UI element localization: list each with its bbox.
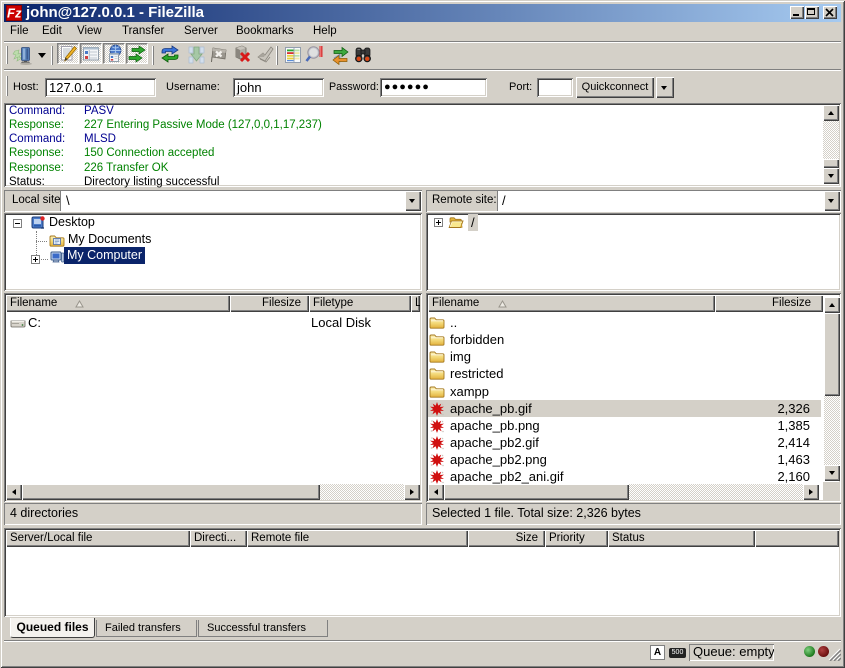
svg-text:Fz: Fz (7, 6, 22, 21)
